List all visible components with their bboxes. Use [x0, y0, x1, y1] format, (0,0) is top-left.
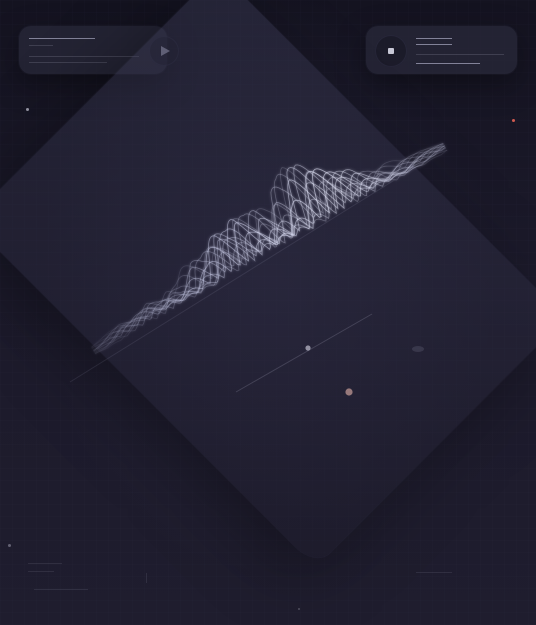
- scrubber-knob[interactable]: [305, 345, 311, 351]
- star-4: [298, 608, 300, 610]
- star-2: [512, 119, 515, 122]
- waveform: [91, 142, 448, 355]
- bottom-tick: [146, 573, 147, 583]
- wave-strand: [94, 149, 448, 355]
- bottom-left-line-1: [28, 563, 62, 564]
- waveform-baseline: [69, 147, 447, 383]
- bottom-left-line-2: [28, 571, 54, 572]
- wave-strand: [94, 147, 446, 354]
- wave-strand: [93, 145, 445, 353]
- scrubber-line[interactable]: [235, 313, 373, 393]
- star-1: [26, 108, 29, 111]
- scrubber-end-marker: [412, 346, 424, 352]
- audio-visualizer-screen: [0, 0, 536, 625]
- cursor-dot: [345, 388, 353, 396]
- star-3: [8, 544, 11, 547]
- waveform-layer: [69, 142, 448, 396]
- bottom-right-line-1: [416, 572, 452, 573]
- bottom-left-line-3: [34, 589, 88, 590]
